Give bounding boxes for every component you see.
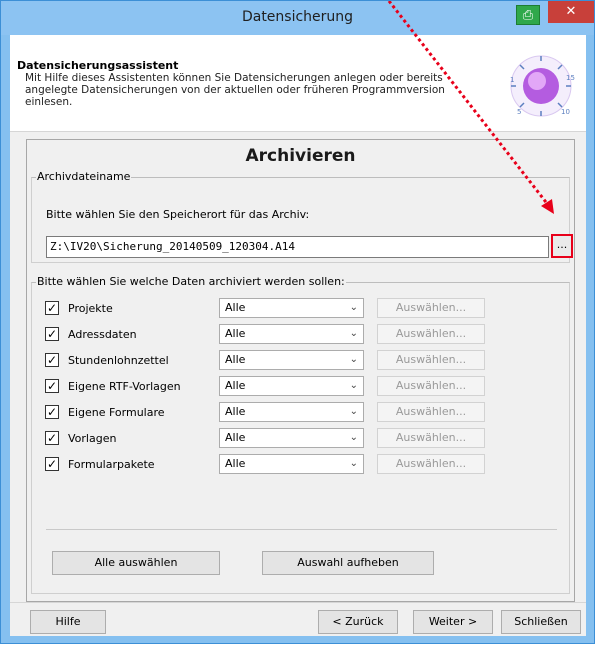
archive-location-prompt: Bitte wählen Sie den Speicherort für das… xyxy=(46,208,310,221)
page-title: Archivieren xyxy=(245,146,356,166)
scope-select-rtf-vorlagen[interactable]: Alle ⌄ xyxy=(219,376,364,396)
data-row-vorlagen: ✓ Vorlagen Alle ⌄ Auswählen... xyxy=(32,428,571,450)
select-value: Alle xyxy=(225,405,246,418)
chevron-down-icon: ⌄ xyxy=(349,354,358,365)
data-row-rtf-vorlagen: ✓ Eigene RTF-Vorlagen Alle ⌄ Auswählen... xyxy=(32,376,571,398)
wizard-page: Archivieren Archivdateiname Bitte wählen… xyxy=(26,139,575,602)
row-label: Formularpakete xyxy=(68,458,155,471)
row-label: Vorlagen xyxy=(68,432,117,445)
select-value: Alle xyxy=(225,379,246,392)
pick-button-formularpakete[interactable]: Auswählen... xyxy=(377,454,485,474)
dialog-window: Datensicherung ⎙ ✕ Datensicherungsassist… xyxy=(0,0,595,644)
svg-text:10: 10 xyxy=(561,108,570,116)
data-group-label: Bitte wählen Sie welche Daten archiviert… xyxy=(36,275,346,288)
checkbox-checked-icon: ✓ xyxy=(46,431,58,445)
checkbox-checked-icon: ✓ xyxy=(46,353,58,367)
checkbox-adressdaten[interactable]: ✓ xyxy=(45,327,59,341)
chevron-down-icon: ⌄ xyxy=(349,328,358,339)
pick-button-adressdaten[interactable]: Auswählen... xyxy=(377,324,485,344)
row-label: Adressdaten xyxy=(68,328,137,341)
select-value: Alle xyxy=(225,431,246,444)
select-value: Alle xyxy=(225,353,246,366)
wizard-header: Datensicherungsassistent Mit Hilfe diese… xyxy=(10,35,586,132)
row-label: Eigene RTF-Vorlagen xyxy=(68,380,181,393)
pick-button-eigene-formulare[interactable]: Auswählen... xyxy=(377,402,485,422)
checkbox-projekte[interactable]: ✓ xyxy=(45,301,59,315)
data-row-eigene-formulare: ✓ Eigene Formulare Alle ⌄ Auswählen... xyxy=(32,402,571,424)
select-all-button[interactable]: Alle auswählen xyxy=(52,551,220,575)
select-value: Alle xyxy=(225,457,246,470)
row-label: Eigene Formulare xyxy=(68,406,165,419)
data-row-projekte: ✓ Projekte Alle ⌄ Auswählen... xyxy=(32,298,571,320)
chevron-down-icon: ⌄ xyxy=(349,302,358,313)
checkbox-rtf-vorlagen[interactable]: ✓ xyxy=(45,379,59,393)
archive-filename-group: Archivdateiname Bitte wählen Sie den Spe… xyxy=(31,170,573,263)
chevron-down-icon: ⌄ xyxy=(349,406,358,417)
checkbox-checked-icon: ✓ xyxy=(46,405,58,419)
window-title: Datensicherung xyxy=(241,9,354,25)
checkbox-checked-icon: ✓ xyxy=(46,301,58,315)
archive-group-label: Archivdateiname xyxy=(36,170,132,183)
chevron-down-icon: ⌄ xyxy=(349,432,358,443)
clock-dial-icon: 15 1 5 10 xyxy=(510,55,575,117)
window-close-icon[interactable]: ✕ xyxy=(548,1,594,23)
wizard-title: Datensicherungsassistent xyxy=(17,59,179,72)
checkbox-checked-icon: ✓ xyxy=(46,457,58,471)
row-label: Stundenlohnzettel xyxy=(68,354,169,367)
help-button[interactable]: Hilfe xyxy=(30,610,106,634)
chevron-down-icon: ⌄ xyxy=(349,458,358,469)
scope-select-eigene-formulare[interactable]: Alle ⌄ xyxy=(219,402,364,422)
checkbox-vorlagen[interactable]: ✓ xyxy=(45,431,59,445)
chevron-down-icon: ⌄ xyxy=(349,380,358,391)
back-button[interactable]: < Zurück xyxy=(318,610,398,634)
row-label: Projekte xyxy=(68,302,113,315)
pick-button-vorlagen[interactable]: Auswählen... xyxy=(377,428,485,448)
footer-divider xyxy=(10,602,586,603)
dialog-client: Datensicherungsassistent Mit Hilfe diese… xyxy=(10,35,586,636)
checkbox-eigene-formulare[interactable]: ✓ xyxy=(45,405,59,419)
svg-text:5: 5 xyxy=(517,108,521,116)
archive-path-field[interactable]: Z:\IV20\Sicherung_20140509_120304.A14 xyxy=(46,236,549,258)
checkbox-checked-icon: ✓ xyxy=(46,379,58,393)
scope-select-adressdaten[interactable]: Alle ⌄ xyxy=(219,324,364,344)
group-separator xyxy=(46,529,557,530)
next-button[interactable]: Weiter > xyxy=(413,610,493,634)
clear-selection-button[interactable]: Auswahl aufheben xyxy=(262,551,434,575)
scope-select-vorlagen[interactable]: Alle ⌄ xyxy=(219,428,364,448)
browse-button[interactable]: ... xyxy=(551,234,573,258)
svg-text:1: 1 xyxy=(510,76,514,84)
data-row-adressdaten: ✓ Adressdaten Alle ⌄ Auswählen... xyxy=(32,324,571,346)
close-button[interactable]: Schließen xyxy=(501,610,581,634)
svg-text:15: 15 xyxy=(566,74,575,82)
data-row-stundenlohnzettel: ✓ Stundenlohnzettel Alle ⌄ Auswählen... xyxy=(32,350,571,372)
window-help-icon[interactable]: ⎙ xyxy=(516,5,540,25)
select-value: Alle xyxy=(225,327,246,340)
select-value: Alle xyxy=(225,301,246,314)
pick-button-rtf-vorlagen[interactable]: Auswählen... xyxy=(377,376,485,396)
checkbox-formularpakete[interactable]: ✓ xyxy=(45,457,59,471)
data-selection-group: Bitte wählen Sie welche Daten archiviert… xyxy=(31,275,571,594)
checkbox-checked-icon: ✓ xyxy=(46,327,58,341)
pick-button-stundenlohnzettel[interactable]: Auswählen... xyxy=(377,350,485,370)
scope-select-stundenlohnzettel[interactable]: Alle ⌄ xyxy=(219,350,364,370)
data-row-formularpakete: ✓ Formularpakete Alle ⌄ Auswählen... xyxy=(32,454,571,476)
checkbox-stundenlohnzettel[interactable]: ✓ xyxy=(45,353,59,367)
pick-button-projekte[interactable]: Auswählen... xyxy=(377,298,485,318)
scope-select-projekte[interactable]: Alle ⌄ xyxy=(219,298,364,318)
wizard-description: Mit Hilfe dieses Assistenten können Sie … xyxy=(25,72,445,108)
scope-select-formularpakete[interactable]: Alle ⌄ xyxy=(219,454,364,474)
title-bar: Datensicherung ⎙ ✕ xyxy=(1,1,594,35)
